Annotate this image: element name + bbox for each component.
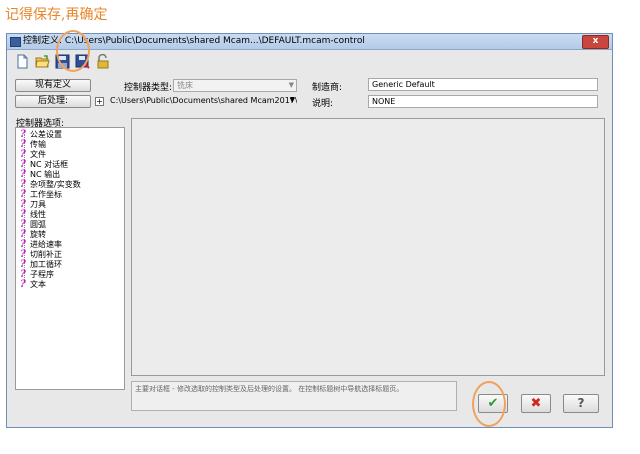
current-definition-button[interactable]: 现有定义 xyxy=(15,79,91,92)
chevron-down-icon: ▼ xyxy=(288,81,294,89)
question-icon: ? xyxy=(20,279,26,290)
app-icon xyxy=(10,37,21,47)
chevron-down-icon: ▼ xyxy=(289,96,295,104)
status-help-text: 主要对话框 - 修改选取的控制类型及后处理的设置。 在控制标题树中导航选择标题页… xyxy=(131,381,457,411)
post-processor-path-value: C:\Users\Public\Documents\shared Mcam201… xyxy=(110,96,297,105)
add-post-icon[interactable]: + xyxy=(95,97,104,106)
options-panel xyxy=(131,118,605,376)
control-definition-window: 控制定义: C:\Users\Public\Documents\shared M… xyxy=(6,33,613,428)
instruction-caption: 记得保存,再确定 xyxy=(5,7,108,23)
post-processor-button[interactable]: 后处理: xyxy=(15,95,91,108)
controller-type-label: 控制器类型: xyxy=(124,83,173,93)
title-bar: 控制定义: C:\Users\Public\Documents\shared M… xyxy=(7,34,612,50)
new-file-icon[interactable] xyxy=(15,54,30,69)
lock-icon[interactable] xyxy=(95,54,110,69)
tree-item[interactable]: ? 加工循环 xyxy=(20,260,62,270)
tree-item[interactable]: ? 工作坐标 xyxy=(20,190,62,200)
controller-type-select[interactable]: 铣床 ▼ xyxy=(173,79,297,92)
save-highlight-circle xyxy=(56,30,90,72)
description-field[interactable]: NONE xyxy=(368,95,598,108)
tree-item[interactable]: ? 切削补正 xyxy=(20,250,62,260)
open-folder-icon[interactable] xyxy=(35,54,50,69)
manufacturer-label: 制造商: xyxy=(312,83,343,93)
help-icon: ? xyxy=(577,396,585,410)
close-button[interactable]: x xyxy=(582,35,609,49)
controller-type-value: 铣床 xyxy=(177,81,193,90)
tree-item[interactable]: ? 文本 xyxy=(20,280,46,290)
tree-item[interactable]: ? 杂项整/实变数 xyxy=(20,180,81,190)
description-label: 说明: xyxy=(312,99,334,109)
cancel-button[interactable]: ✖ xyxy=(521,394,551,413)
post-processor-path[interactable]: C:\Users\Public\Documents\shared Mcam201… xyxy=(107,95,297,108)
tree-item[interactable]: ? 进给速率 xyxy=(20,240,62,250)
tree-item[interactable]: ? 公差设置 xyxy=(20,130,62,140)
manufacturer-field[interactable]: Generic Default xyxy=(368,78,598,91)
help-button[interactable]: ? xyxy=(563,394,599,413)
tree-item[interactable]: ? NC 输出 xyxy=(20,170,60,180)
cross-icon: ✖ xyxy=(530,396,542,411)
tree-item[interactable]: ? NC 对话框 xyxy=(20,160,68,170)
ok-highlight-circle xyxy=(472,381,506,427)
controller-options-tree[interactable]: ? 公差设置 ? 传输 ? 文件 ? NC 对话框 ? NC 输出 ? 杂项整/实变数 ? 工… xyxy=(15,127,125,390)
